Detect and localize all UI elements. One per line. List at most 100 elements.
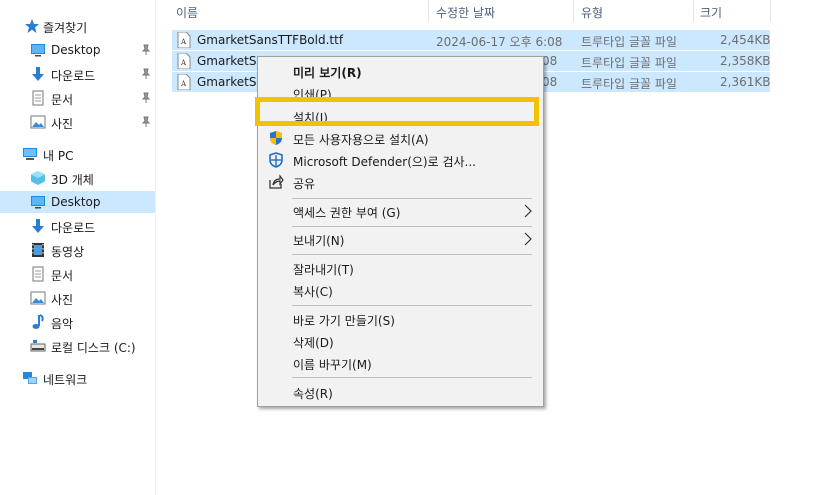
pin-icon[interactable]: [140, 92, 152, 104]
column-divider[interactable]: [428, 0, 429, 22]
svg-text:A: A: [180, 59, 187, 67]
pin-icon[interactable]: [140, 116, 152, 128]
menu-separator: [292, 226, 532, 227]
file-row[interactable]: A GmarketSansTTFBold.ttf 2024-06-17 오후 6…: [172, 30, 770, 50]
column-header-size[interactable]: 크기: [700, 4, 722, 26]
column-divider[interactable]: [573, 0, 574, 22]
file-name: GmarketSansTTFBold.ttf: [197, 33, 344, 47]
file-size: 2,358KB: [720, 54, 771, 68]
menu-item-cut[interactable]: 잘라내기(T): [260, 257, 541, 279]
nav-item-documents-quick[interactable]: 문서: [0, 87, 155, 109]
menu-item-label: 보내기(N): [293, 234, 345, 248]
menu-separator: [292, 305, 532, 306]
nav-item-local-disk[interactable]: 로컬 디스크 (C:): [0, 335, 155, 357]
nav-item-music[interactable]: 음악: [0, 311, 155, 333]
nav-network-label: 네트워크: [43, 373, 88, 387]
nav-item-downloads-quick[interactable]: 다운로드: [0, 63, 155, 85]
file-modified: 2024-06-17 오후 6:08: [436, 35, 563, 49]
menu-item-delete[interactable]: 삭제(D): [260, 330, 541, 352]
menu-item-create-shortcut[interactable]: 바로 가기 만들기(S): [260, 308, 541, 330]
document-icon: [32, 266, 44, 282]
column-divider[interactable]: [770, 0, 771, 22]
menu-item-label: Microsoft Defender(으)로 검사...: [293, 155, 476, 169]
menu-item-rename[interactable]: 이름 바꾸기(M): [260, 352, 541, 374]
desktop-icon: [31, 196, 45, 209]
pin-icon[interactable]: [140, 44, 152, 56]
nav-item-label: Desktop: [51, 195, 101, 209]
nav-item-label: Desktop: [51, 43, 101, 57]
menu-item-send-to[interactable]: 보내기(N): [260, 228, 541, 250]
file-type: 트루타입 글꼴 파일: [581, 77, 677, 91]
menu-item-give-access[interactable]: 액세스 권한 부여 (G): [260, 200, 541, 222]
nav-item-pictures[interactable]: 사진: [0, 287, 155, 309]
nav-item-documents[interactable]: 문서: [0, 263, 155, 285]
uac-shield-icon: [270, 131, 282, 145]
nav-quick-access-label: 즐겨찾기: [43, 21, 88, 35]
nav-item-downloads[interactable]: 다운로드: [0, 215, 155, 237]
column-divider[interactable]: [693, 0, 694, 22]
picture-icon: [30, 115, 46, 129]
file-modified: 08: [542, 75, 558, 89]
nav-item-3d-objects[interactable]: 3D 개체: [0, 167, 155, 189]
nav-item-label: 다운로드: [51, 221, 96, 235]
nav-item-videos[interactable]: 동영상: [0, 239, 155, 261]
font-file-icon: A: [177, 53, 191, 69]
menu-item-label: 복사(C): [293, 285, 333, 299]
install-highlight-box: [255, 97, 539, 126]
music-icon: [32, 314, 44, 329]
nav-item-label: 문서: [51, 269, 74, 283]
menu-item-defender-scan[interactable]: Microsoft Defender(으)로 검사...: [260, 149, 541, 171]
menu-item-properties[interactable]: 속성(R): [260, 381, 541, 403]
menu-item-label: 이름 바꾸기(M): [293, 358, 372, 372]
column-header-type[interactable]: 유형: [581, 4, 603, 26]
menu-separator: [292, 254, 532, 255]
font-file-icon: A: [177, 74, 191, 90]
menu-item-install-all-users[interactable]: 모든 사용자용으로 설치(A): [260, 127, 541, 149]
menu-item-label: 미리 보기(R): [293, 66, 362, 80]
menu-separator: [292, 377, 532, 378]
nav-item-desktop-quick[interactable]: Desktop: [0, 39, 155, 61]
computer-icon: [23, 148, 37, 160]
nav-item-label: 사진: [51, 293, 74, 307]
3d-objects-icon: [31, 171, 45, 185]
nav-item-pictures-quick[interactable]: 사진: [0, 111, 155, 133]
document-icon: [32, 90, 44, 106]
column-header-modified[interactable]: 수정한 날짜: [436, 4, 495, 26]
picture-icon: [30, 291, 46, 305]
nav-quick-access[interactable]: 즐겨찾기: [0, 15, 155, 37]
download-icon: [32, 219, 44, 233]
pin-icon[interactable]: [140, 68, 152, 80]
menu-item-label: 모든 사용자용으로 설치(A): [293, 133, 429, 147]
file-type: 트루타입 글꼴 파일: [581, 56, 677, 70]
menu-item-label: 공유: [293, 177, 316, 191]
drive-icon: [30, 340, 46, 352]
nav-item-label: 로컬 디스크 (C:): [51, 341, 136, 355]
column-header-name[interactable]: 이름: [176, 4, 198, 26]
file-type: 트루타입 글꼴 파일: [581, 35, 677, 49]
nav-this-pc-label: 내 PC: [43, 149, 74, 163]
menu-item-label: 잘라내기(T): [293, 263, 354, 277]
menu-item-share[interactable]: 공유: [260, 171, 541, 193]
menu-item-copy[interactable]: 복사(C): [260, 279, 541, 301]
download-icon: [32, 67, 44, 81]
nav-item-label: 사진: [51, 117, 74, 131]
chevron-right-icon: [524, 204, 532, 218]
menu-separator: [292, 198, 532, 199]
menu-item-preview[interactable]: 미리 보기(R): [260, 60, 541, 82]
menu-item-label: 삭제(D): [293, 336, 334, 350]
nav-this-pc[interactable]: 내 PC: [0, 143, 155, 165]
file-size: 2,361KB: [720, 75, 771, 89]
video-icon: [32, 243, 44, 257]
nav-item-label: 음악: [51, 317, 74, 331]
chevron-right-icon: [524, 232, 532, 246]
menu-item-label: 액세스 권한 부여 (G): [293, 206, 401, 220]
defender-shield-icon: [269, 152, 283, 168]
star-icon: [25, 19, 39, 33]
file-modified: 08: [542, 54, 558, 68]
nav-item-label: 다운로드: [51, 69, 96, 83]
font-file-icon: A: [177, 32, 191, 48]
navigation-pane: 즐겨찾기 Desktop 다운로드 문서 사진 내 PC 3D 개체 Deskt…: [0, 0, 156, 495]
nav-network[interactable]: 네트워크: [0, 367, 155, 389]
share-icon: [269, 174, 284, 189]
nav-item-desktop[interactable]: Desktop: [0, 191, 155, 213]
